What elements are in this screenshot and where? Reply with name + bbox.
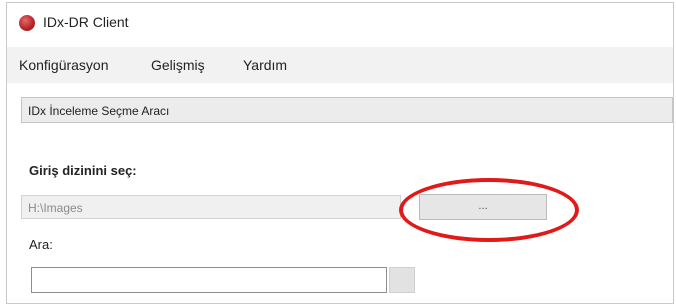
menu-item-gelismis[interactable]: Gelişmiş: [151, 57, 205, 73]
input-dir-field[interactable]: H:\Images: [21, 195, 401, 219]
title-bar: IDx-DR Client: [7, 3, 673, 43]
menu-bar: Konfigürasyon Gelişmiş Yardım: [7, 47, 673, 83]
app-window: IDx-DR Client Konfigürasyon Gelişmiş Yar…: [6, 2, 674, 304]
tool-header-title: IDx İnceleme Seçme Aracı: [28, 104, 170, 118]
window-title: IDx-DR Client: [43, 14, 129, 30]
menu-item-yardim[interactable]: Yardım: [243, 57, 287, 73]
input-dir-label: Giriş dizinini seç:: [29, 163, 137, 178]
menu-item-konfigurasyon[interactable]: Konfigürasyon: [19, 57, 109, 73]
browse-button[interactable]: ...: [419, 194, 547, 220]
app-logo-icon: [19, 15, 35, 31]
search-label: Ara:: [29, 237, 53, 252]
search-side-button[interactable]: [389, 267, 415, 293]
tool-header-bar: IDx İnceleme Seçme Aracı: [21, 97, 673, 123]
search-input[interactable]: [31, 267, 387, 293]
